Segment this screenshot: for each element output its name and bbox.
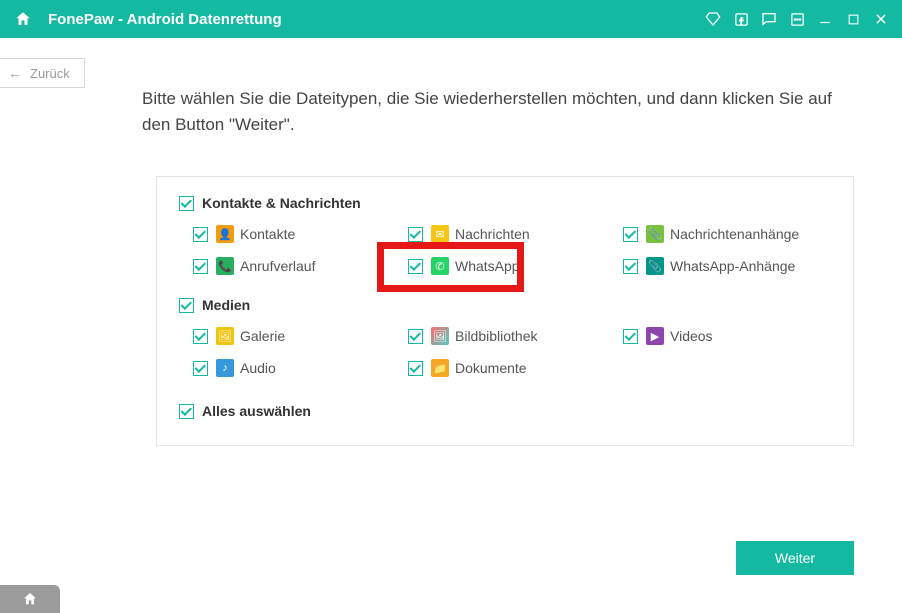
close-button[interactable]: [870, 8, 892, 30]
checkbox-videos[interactable]: [623, 329, 638, 344]
media-grid: 🖼 Galerie 🖼 Bildbibliothek ▶ Videos ♪ Au…: [193, 327, 831, 377]
checkbox-kontakte[interactable]: [193, 227, 208, 242]
home-icon: [22, 591, 38, 607]
checkbox-galerie[interactable]: [193, 329, 208, 344]
item-nachrichten[interactable]: ✉ Nachrichten: [408, 225, 623, 243]
item-dokumente-label: Dokumente: [455, 360, 527, 376]
item-audio[interactable]: ♪ Audio: [193, 359, 408, 377]
home-button[interactable]: [12, 8, 34, 30]
item-anrufverlauf-label: Anrufverlauf: [240, 258, 315, 274]
item-kontakte-label: Kontakte: [240, 226, 295, 242]
section-contacts-messages[interactable]: Kontakte & Nachrichten: [179, 195, 831, 211]
item-audio-label: Audio: [240, 360, 276, 376]
whatsapp-attachments-icon: 📎: [646, 257, 664, 275]
app-title: FonePaw - Android Datenrettung: [48, 11, 282, 28]
item-nachrichtenanhaenge[interactable]: 📎 Nachrichtenanhänge: [623, 225, 838, 243]
gallery-icon: 🖼: [216, 327, 234, 345]
back-button[interactable]: ← Zurück: [0, 58, 85, 88]
checkbox-select-all[interactable]: [179, 404, 194, 419]
contacts-icon: 👤: [216, 225, 234, 243]
checkbox-nachrichtenanhaenge[interactable]: [623, 227, 638, 242]
checkbox-contacts-messages[interactable]: [179, 196, 194, 211]
section-media-label: Medien: [202, 297, 250, 313]
menu-icon[interactable]: [786, 8, 808, 30]
checkbox-audio[interactable]: [193, 361, 208, 376]
item-galerie[interactable]: 🖼 Galerie: [193, 327, 408, 345]
item-whatsapp-anhaenge-label: WhatsApp-Anhänge: [670, 258, 795, 274]
maximize-button[interactable]: [842, 8, 864, 30]
item-anrufverlauf[interactable]: 📞 Anrufverlauf: [193, 257, 408, 275]
checkbox-whatsapp-anhaenge[interactable]: [623, 259, 638, 274]
image-library-icon: 🖼: [431, 327, 449, 345]
audio-icon: ♪: [216, 359, 234, 377]
contacts-messages-grid: 👤 Kontakte ✉ Nachrichten 📎 Nachrichtenan…: [193, 225, 831, 275]
message-attachments-icon: 📎: [646, 225, 664, 243]
item-nachrichten-label: Nachrichten: [455, 226, 530, 242]
titlebar: FonePaw - Android Datenrettung: [0, 0, 902, 38]
item-kontakte[interactable]: 👤 Kontakte: [193, 225, 408, 243]
messages-icon: ✉: [431, 225, 449, 243]
checkbox-dokumente[interactable]: [408, 361, 423, 376]
call-log-icon: 📞: [216, 257, 234, 275]
back-button-label: Zurück: [30, 66, 70, 81]
section-media[interactable]: Medien: [179, 297, 831, 313]
minimize-button[interactable]: [814, 8, 836, 30]
instruction-text: Bitte wählen Sie die Dateitypen, die Sie…: [142, 86, 862, 137]
item-bildbibliothek-label: Bildbibliothek: [455, 328, 538, 344]
facebook-icon[interactable]: [730, 8, 752, 30]
select-all-row[interactable]: Alles auswählen: [179, 403, 831, 419]
diamond-icon[interactable]: [702, 8, 724, 30]
checkbox-nachrichten[interactable]: [408, 227, 423, 242]
checkbox-media[interactable]: [179, 298, 194, 313]
videos-icon: ▶: [646, 327, 664, 345]
item-bildbibliothek[interactable]: 🖼 Bildbibliothek: [408, 327, 623, 345]
footer-home-tab[interactable]: [0, 585, 60, 613]
item-whatsapp-label: WhatsApp: [455, 258, 520, 274]
home-icon: [14, 10, 32, 28]
documents-icon: 📁: [431, 359, 449, 377]
arrow-left-icon: ←: [8, 65, 22, 81]
item-nachrichtenanhaenge-label: Nachrichtenanhänge: [670, 226, 799, 242]
next-button-label: Weiter: [775, 550, 815, 566]
checkbox-whatsapp[interactable]: [408, 259, 423, 274]
feedback-icon[interactable]: [758, 8, 780, 30]
item-videos-label: Videos: [670, 328, 713, 344]
next-button[interactable]: Weiter: [736, 541, 854, 575]
checkbox-anrufverlauf[interactable]: [193, 259, 208, 274]
file-types-panel: Kontakte & Nachrichten 👤 Kontakte ✉ Nach…: [156, 176, 854, 446]
item-whatsapp[interactable]: ✆ WhatsApp: [408, 257, 623, 275]
whatsapp-icon: ✆: [431, 257, 449, 275]
checkbox-bildbibliothek[interactable]: [408, 329, 423, 344]
section-contacts-messages-label: Kontakte & Nachrichten: [202, 195, 361, 211]
item-videos[interactable]: ▶ Videos: [623, 327, 838, 345]
item-galerie-label: Galerie: [240, 328, 285, 344]
item-dokumente[interactable]: 📁 Dokumente: [408, 359, 623, 377]
select-all-label: Alles auswählen: [202, 403, 311, 419]
item-whatsapp-anhaenge[interactable]: 📎 WhatsApp-Anhänge: [623, 257, 838, 275]
